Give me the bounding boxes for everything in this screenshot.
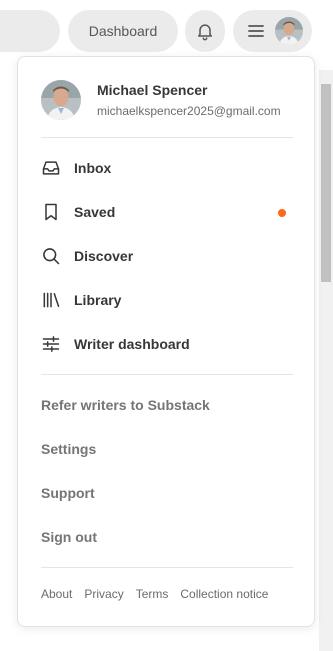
- user-menu-button[interactable]: [233, 10, 312, 52]
- menu-item-inbox[interactable]: Inbox: [41, 154, 293, 182]
- page-scrollbar-thumb[interactable]: [321, 84, 331, 282]
- menu-item-label: Discover: [74, 248, 134, 264]
- footer-link-collection-notice[interactable]: Collection notice: [180, 587, 268, 601]
- menu-item-library[interactable]: Library: [41, 286, 293, 314]
- menu-item-writer-dashboard[interactable]: Writer dashboard: [41, 330, 293, 358]
- menu-item-saved[interactable]: Saved: [41, 198, 293, 226]
- footer-links: About Privacy Terms Collection notice: [41, 587, 268, 601]
- avatar: [275, 17, 303, 45]
- notifications-button[interactable]: [185, 10, 225, 52]
- menu-item-discover[interactable]: Discover: [41, 242, 293, 270]
- menu-item-settings[interactable]: Settings: [41, 441, 96, 457]
- menu-item-sign-out[interactable]: Sign out: [41, 529, 97, 545]
- bell-icon: [198, 24, 212, 41]
- profile-avatar: [41, 80, 81, 120]
- menu-item-label: Writer dashboard: [74, 336, 190, 352]
- library-icon: [41, 290, 61, 310]
- search-icon: [41, 246, 61, 266]
- hamburger-menu-icon: [248, 25, 264, 37]
- footer-link-about[interactable]: About: [41, 587, 72, 601]
- profile-header[interactable]: Michael Spencer michaelkspencer2025@gmai…: [41, 80, 281, 120]
- profile-name: Michael Spencer: [97, 82, 208, 98]
- divider: [41, 374, 293, 375]
- divider: [41, 567, 293, 568]
- menu-item-support[interactable]: Support: [41, 485, 95, 501]
- menu-item-refer-writers[interactable]: Refer writers to Substack: [41, 397, 210, 413]
- menu-item-label: Saved: [74, 204, 116, 220]
- footer-link-terms[interactable]: Terms: [136, 587, 169, 601]
- user-dropdown-menu: Michael Spencer michaelkspencer2025@gmai…: [17, 56, 315, 627]
- divider: [41, 137, 293, 138]
- profile-email: michaelkspencer2025@gmail.com: [97, 104, 281, 118]
- page: Dashboard Michael Spencer michaelkspence…: [0, 0, 333, 651]
- bookmark-icon: [41, 202, 61, 222]
- search-bar[interactable]: [0, 10, 60, 52]
- footer-link-privacy[interactable]: Privacy: [84, 587, 123, 601]
- menu-item-label: Inbox: [74, 160, 112, 176]
- menu-item-label: Library: [74, 292, 122, 308]
- inbox-icon: [41, 158, 61, 178]
- unread-indicator: [278, 209, 286, 217]
- sliders-icon: [41, 334, 61, 354]
- dashboard-button[interactable]: Dashboard: [68, 10, 178, 52]
